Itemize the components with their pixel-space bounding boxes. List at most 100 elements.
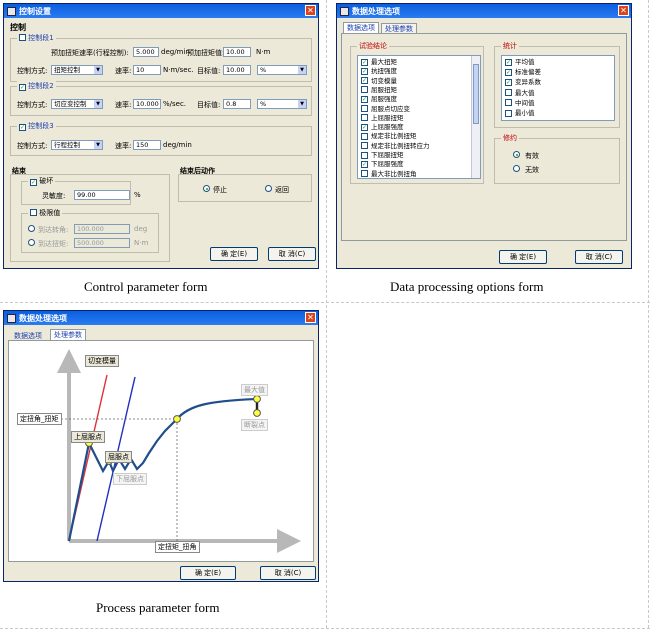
segment-2-checkbox[interactable]: ✓ <box>19 84 26 91</box>
caption-control: Control parameter form <box>84 279 208 294</box>
control-cancel-button[interactable]: 取 消(C) <box>268 247 316 261</box>
segment-3-rate-label: 速率: <box>115 142 132 150</box>
sensitivity-input[interactable]: 99.00 <box>74 190 130 200</box>
segment-3-checkbox[interactable]: ✓ <box>19 124 26 131</box>
item-checkbox[interactable] <box>361 151 368 159</box>
item-checkbox[interactable]: ✓ <box>361 77 368 85</box>
tab-process-params[interactable]: 处理参数 <box>50 329 86 340</box>
data-cancel-button[interactable]: 取 消(C) <box>575 250 623 264</box>
item-checkbox[interactable] <box>505 89 512 97</box>
list-item[interactable]: 下屈服扭矩 <box>361 151 404 160</box>
list-item[interactable]: 最小值 <box>505 109 535 118</box>
segment-1-target-input[interactable]: 10.00 <box>223 65 251 75</box>
caption-data-processing: Data processing options form <box>390 279 544 294</box>
listbox-scrollbar[interactable] <box>471 56 480 178</box>
list-item[interactable]: ✓ 上屈服强度 <box>361 123 404 132</box>
item-checkbox[interactable]: ✓ <box>505 68 512 76</box>
results-listbox[interactable]: ✓ 最大扭矩 ✓ 抗扭强度 ✓ 切变模量 屈服扭矩 ✓ 屈服强度 屈服点切应变 上屈服扭矩 ✓ 上屈服强… <box>357 55 481 179</box>
list-item[interactable]: ✓ 标准偏差 <box>505 68 541 77</box>
limit-legend: 极限值 <box>28 208 63 218</box>
list-item[interactable]: 屈服点切应变 <box>361 105 410 114</box>
item-checkbox[interactable]: ✓ <box>361 67 368 75</box>
app-icon <box>7 6 16 16</box>
control-ok-button[interactable]: 确 定(E) <box>210 247 258 261</box>
round-radio[interactable] <box>513 165 520 172</box>
preload-value-input[interactable]: 10.00 <box>223 47 251 57</box>
list-item[interactable]: ✓ 抗扭强度 <box>361 67 397 76</box>
segment-1-mode-select[interactable]: 扭矩控制 ▼ <box>51 65 103 75</box>
segment-3-mode-select[interactable]: 行程控制 ▼ <box>51 140 103 150</box>
after-end-group: 停止 返回 <box>178 174 312 202</box>
close-icon[interactable]: ✕ <box>305 312 316 323</box>
break-checkbox[interactable]: ✓ <box>30 179 37 186</box>
list-item[interactable]: ✓ 变异系数 <box>505 78 541 87</box>
item-checkbox[interactable]: ✓ <box>361 58 368 66</box>
list-item[interactable]: 中间值 <box>505 99 535 108</box>
close-icon[interactable]: ✕ <box>618 5 629 16</box>
list-item[interactable]: 上屈服扭矩 <box>361 114 404 123</box>
right-divider <box>648 0 649 628</box>
segment-1-unit-select[interactable]: % ▼ <box>257 65 307 75</box>
preload-rate-input[interactable]: 5.000 <box>133 47 159 57</box>
list-item[interactable]: 最大值 <box>505 89 535 98</box>
round-legend: 修约 <box>501 133 519 143</box>
item-checkbox[interactable]: ✓ <box>505 58 512 66</box>
segment-2-target-input[interactable]: 0.8 <box>223 99 251 109</box>
limit-checkbox[interactable] <box>30 209 37 216</box>
item-checkbox[interactable] <box>361 142 368 150</box>
process-ok-button[interactable]: 确 定(E) <box>180 566 236 580</box>
control-settings-window: 控制设置 ✕ 控制 控制段1 预加扭矩速率(行程控制): 5.000 deg/m… <box>3 3 319 269</box>
segment-2-legend: ✓ 控制段2 <box>17 81 56 91</box>
list-item[interactable]: 规定非比例扭矩 <box>361 132 417 141</box>
lower-yield-label: 下屈服点 <box>113 473 147 485</box>
item-checkbox[interactable]: ✓ <box>361 160 368 168</box>
list-item[interactable]: ✓ 最大扭矩 <box>361 58 397 67</box>
list-item[interactable]: ✓ 下屈服强度 <box>361 160 404 169</box>
list-item[interactable]: 最大非比例扭角 <box>361 170 417 178</box>
break-point-label: 断裂点 <box>241 419 268 431</box>
item-checkbox[interactable]: ✓ <box>505 78 512 86</box>
data-window-titlebar: 数据处理选项 ✕ <box>337 4 631 18</box>
item-label: 屈服强度 <box>371 95 397 104</box>
item-checkbox[interactable] <box>361 170 368 178</box>
item-checkbox[interactable]: ✓ <box>361 95 368 103</box>
stats-listbox[interactable]: ✓ 平均值 ✓ 标准偏差 ✓ 变异系数最大值 中间值 最小值 <box>501 55 615 121</box>
angle-label: 到达转角: <box>38 226 69 234</box>
segment-2-rate-input[interactable]: 10.000 <box>133 99 161 109</box>
torque-label: 到达扭矩: <box>38 240 69 248</box>
segment-1-checkbox[interactable] <box>19 34 26 41</box>
torque-input[interactable]: 500.000 <box>74 238 130 248</box>
item-checkbox[interactable] <box>361 86 368 94</box>
list-item[interactable]: 屈服扭矩 <box>361 86 397 95</box>
stop-radio[interactable] <box>203 185 210 192</box>
data-options-panel: 试验结论 ✓ 最大扭矩 ✓ 抗扭强度 ✓ 切变模量 屈服扭矩 ✓ 屈服强度 屈服点切应变 上屈服扭矩… <box>341 33 627 241</box>
round-radio[interactable] <box>513 151 520 158</box>
segment-2-label: 控制段2 <box>28 82 54 90</box>
segment-2-mode-select[interactable]: 切应变控制 ▼ <box>51 99 103 109</box>
angle-input[interactable]: 100.000 <box>74 224 130 234</box>
return-radio[interactable] <box>265 185 272 192</box>
list-item[interactable]: ✓ 平均值 <box>505 58 535 67</box>
process-cancel-button[interactable]: 取 消(C) <box>260 566 316 580</box>
segment-2-unit-select[interactable]: % ▼ <box>257 99 307 109</box>
break-marker <box>253 409 261 417</box>
list-item[interactable]: 规定非比例扭转应力 <box>361 142 430 151</box>
item-checkbox[interactable] <box>505 109 512 117</box>
torque-radio[interactable] <box>28 239 35 246</box>
segment-1-rate-input[interactable]: 10 <box>133 65 161 75</box>
segment-3-rate-input[interactable]: 150 <box>133 140 161 150</box>
list-item[interactable]: ✓ 屈服强度 <box>361 95 397 104</box>
item-checkbox[interactable] <box>505 99 512 107</box>
horizontal-divider <box>0 302 650 303</box>
item-checkbox[interactable]: ✓ <box>361 123 368 131</box>
item-checkbox[interactable] <box>361 105 368 112</box>
item-checkbox[interactable] <box>361 114 368 122</box>
close-icon[interactable]: ✕ <box>305 5 316 16</box>
item-checkbox[interactable] <box>361 132 368 140</box>
data-ok-button[interactable]: 确 定(E) <box>499 250 547 264</box>
angle-radio[interactable] <box>28 225 35 232</box>
tab-data-options[interactable]: 数据选项 <box>343 22 379 33</box>
list-item[interactable]: ✓ 切变模量 <box>361 77 397 86</box>
scrollbar-thumb[interactable] <box>473 64 479 124</box>
upper-yield-label: 上屈服点 <box>71 431 105 443</box>
